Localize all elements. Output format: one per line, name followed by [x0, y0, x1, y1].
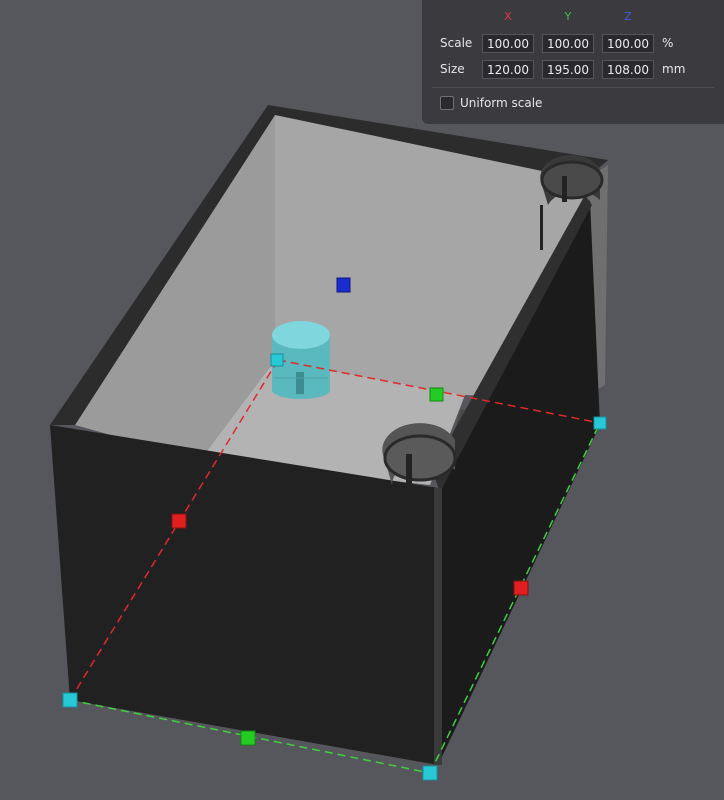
corner-handle-back-left[interactable]	[270, 353, 284, 367]
size-z-input[interactable]	[602, 60, 654, 79]
size-unit: mm	[662, 62, 686, 76]
scale-handle-x-left[interactable]	[171, 513, 187, 529]
panel-divider	[432, 87, 714, 88]
corner-handle-front-left[interactable]	[62, 692, 78, 708]
notch-front-right-top	[383, 434, 457, 482]
axis-y-header: Y	[564, 10, 572, 23]
scale-row-label: Scale	[440, 36, 473, 50]
notch-slot-back	[540, 205, 543, 250]
scale-z-input[interactable]	[602, 34, 654, 53]
box-front-right-edge	[434, 488, 442, 765]
scale-handle-y-back[interactable]	[429, 387, 444, 402]
size-x-input[interactable]	[482, 60, 534, 79]
scale-x-input[interactable]	[482, 34, 534, 53]
axis-z-header: Z	[624, 10, 632, 23]
scale-handle-x-right[interactable]	[513, 580, 529, 596]
scale-unit: %	[662, 36, 674, 50]
notch-front-slot	[406, 454, 412, 484]
scale-handle-z-top[interactable]	[336, 277, 351, 293]
corner-handle-back-right[interactable]	[593, 416, 607, 430]
scale-handle-y-front[interactable]	[240, 730, 256, 746]
notch-slot	[562, 176, 567, 202]
size-row-label: Size	[440, 62, 465, 76]
notch-back-right-top	[540, 160, 604, 200]
corner-handle-front-right[interactable]	[422, 765, 438, 781]
uniform-scale-checkbox[interactable]	[440, 96, 454, 110]
scale-y-input[interactable]	[542, 34, 594, 53]
axis-x-header: X	[504, 10, 512, 23]
size-y-input[interactable]	[542, 60, 594, 79]
uniform-scale-label: Uniform scale	[460, 96, 543, 110]
scale-panel: X Y Z Scale % Size mm Uniform scale	[422, 0, 724, 124]
